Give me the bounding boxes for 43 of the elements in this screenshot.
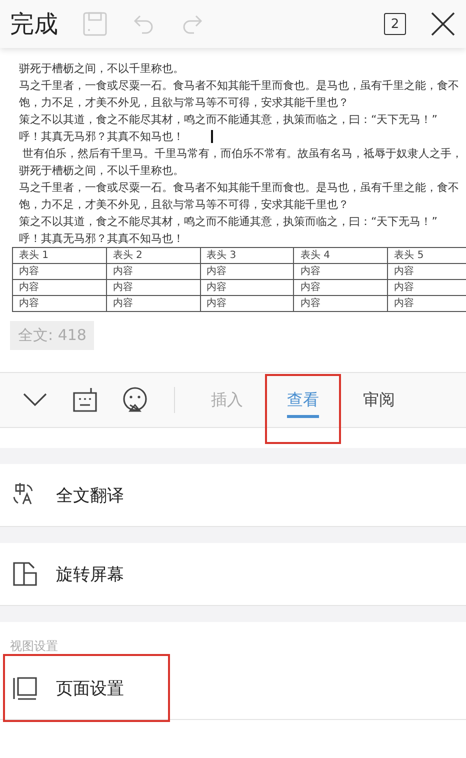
tab[interactable]: 审阅 bbox=[345, 373, 413, 427]
table-cell: 内容 bbox=[12, 296, 106, 312]
table-cell: 内容 bbox=[12, 280, 106, 296]
table-cell: 内容 bbox=[388, 296, 466, 312]
rotate-screen-icon bbox=[12, 561, 38, 587]
close-icon[interactable] bbox=[430, 11, 456, 37]
text-line: 马之千里者，一食或尽粟一石。食马者不知其能千里而食也。是马也，虽有千里之能，食不 bbox=[19, 180, 459, 196]
text-cursor bbox=[211, 130, 213, 143]
table-cell: 内容 bbox=[200, 264, 294, 280]
text-line: 世有伯乐，然后有千里马。千里马常有，而伯乐不常有。故虽有名马，祗辱于奴隶人之手， bbox=[21, 146, 462, 162]
text-line: 饱，力不足，才美不外见，且欲与常马等不可得，安求其能千里也？ bbox=[19, 95, 349, 111]
table-cell: 内容 bbox=[106, 264, 200, 280]
text-line: 呼！其真无马邪？其真不知马也！ bbox=[19, 129, 184, 145]
table-cell: 内容 bbox=[106, 280, 200, 296]
emoji-icon[interactable] bbox=[122, 387, 148, 413]
word-count: 全文: 418 bbox=[10, 321, 94, 350]
keyboard-icon[interactable] bbox=[72, 387, 98, 413]
table-cell: 内容 bbox=[294, 264, 388, 280]
done-button[interactable]: 完成 bbox=[10, 8, 58, 40]
chevron-down-icon[interactable] bbox=[22, 392, 48, 408]
table-cell: 内容 bbox=[294, 280, 388, 296]
table-header-cell: 表头 2 bbox=[106, 248, 200, 264]
table-header-cell: 表头 1 bbox=[12, 248, 106, 264]
table-cell: 内容 bbox=[200, 280, 294, 296]
table-cell: 内容 bbox=[200, 296, 294, 312]
table-header-cell: 表头 3 bbox=[200, 248, 294, 264]
text-line: 马之千里者，一食或尽粟一石。食马者不知其能千里而食也。是马也，虽有千里之能，食不 bbox=[19, 78, 459, 94]
text-line: 骈死于槽枥之间，不以千里称也。 bbox=[19, 163, 184, 179]
table-header-cell: 表头 4 bbox=[294, 248, 388, 264]
page-count[interactable]: 2 bbox=[384, 13, 406, 35]
text-line: 策之不以其道，食之不能尽其材，鸣之而不能通其意，执策而临之，曰：“天下无马！” bbox=[19, 214, 438, 230]
table-cell: 内容 bbox=[294, 296, 388, 312]
table-cell: 内容 bbox=[12, 264, 106, 280]
section-header: 视图设置 bbox=[9, 638, 59, 655]
text-line: 骈死于槽枥之间，不以千里称也。 bbox=[19, 61, 184, 77]
table-cell: 内容 bbox=[106, 296, 200, 312]
page-icon bbox=[12, 675, 38, 701]
table-header-cell: 表头 5 bbox=[388, 248, 466, 264]
table-cell: 内容 bbox=[388, 280, 466, 296]
text-line: 呼！其真无马邪？其真不知马也！ bbox=[19, 231, 184, 247]
text-line: 饱，力不足，才美不外见，且欲与常马等不可得，安求其能千里也？ bbox=[19, 197, 349, 213]
table-cell: 内容 bbox=[388, 264, 466, 280]
text-line: 策之不以其道，食之不能尽其材，鸣之而不能通其意，执策而临之，曰：“天下无马！” bbox=[19, 112, 438, 128]
